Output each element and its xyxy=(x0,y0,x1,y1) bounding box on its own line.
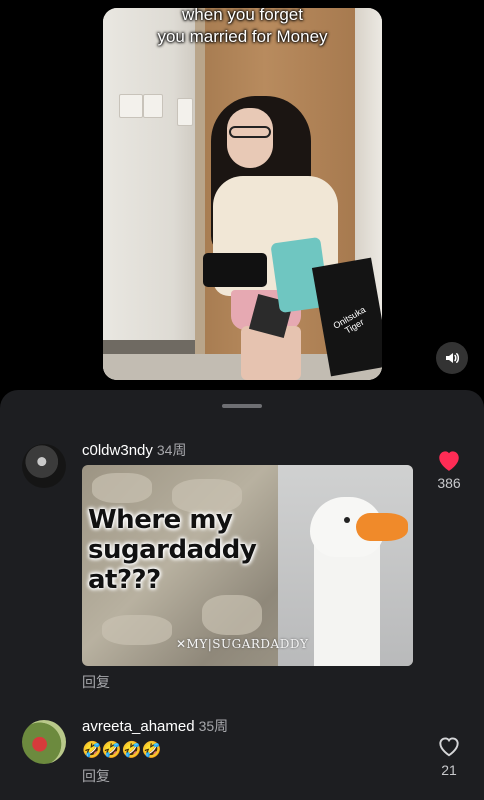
black-handbag xyxy=(203,253,267,287)
video-player[interactable]: Onitsuka Tiger when you forget you marri… xyxy=(103,8,382,380)
goose-beak xyxy=(356,513,408,541)
video-caption: when you forget you married for Money xyxy=(103,8,382,48)
meme-caption: Where my sugardaddy at??? xyxy=(88,505,257,595)
person-glasses xyxy=(229,126,271,138)
heart-outline-icon[interactable] xyxy=(436,734,462,758)
caption-line: you married for Money xyxy=(157,27,328,46)
sheet-drag-handle[interactable] xyxy=(222,404,262,408)
meme-watermark: ✕MY|SUGARDADDY xyxy=(176,637,309,651)
video-baseboard xyxy=(103,340,203,354)
comments-sheet: c0ldw3ndy 34周 Where my sugardaddy at??? ✕… xyxy=(0,390,484,800)
comment-meme-image[interactable]: Where my sugardaddy at??? ✕MY|SUGARDADDY xyxy=(82,465,413,666)
comment-item: avreeta_ahamed 35周 🤣🤣🤣🤣 回复 21 xyxy=(0,706,484,800)
speaker-icon xyxy=(446,353,460,363)
comment-time: 35周 xyxy=(198,718,229,734)
mute-button[interactable] xyxy=(436,342,468,374)
comment-time: 34周 xyxy=(156,442,187,458)
light-switch xyxy=(143,94,163,118)
like-count: 21 xyxy=(441,762,457,778)
comment-item: c0ldw3ndy 34周 Where my sugardaddy at??? ✕… xyxy=(0,430,484,700)
reply-button[interactable]: 回复 xyxy=(82,672,110,692)
video-wall xyxy=(103,8,203,380)
comment-username[interactable]: c0ldw3ndy xyxy=(82,442,153,459)
reply-button[interactable]: 回复 xyxy=(82,766,110,786)
light-switch xyxy=(119,94,143,118)
comment-text: 🤣🤣🤣🤣 xyxy=(82,742,162,759)
shopping-bag-logo: Onitsuka Tiger xyxy=(331,304,368,336)
avatar[interactable] xyxy=(22,720,66,764)
meme-stone xyxy=(92,473,152,503)
video-doorframe xyxy=(195,8,205,380)
avatar[interactable] xyxy=(22,444,66,488)
caption-line: when you forget xyxy=(182,8,303,24)
meme-stone xyxy=(202,595,262,635)
like-count: 386 xyxy=(437,475,461,491)
light-switch xyxy=(177,98,193,126)
comment-username[interactable]: avreeta_ahamed xyxy=(82,718,195,735)
goose-eye xyxy=(344,517,350,523)
video-area: Onitsuka Tiger when you forget you marri… xyxy=(0,0,484,400)
comment-header: avreeta_ahamed 35周 xyxy=(82,716,228,736)
heart-filled-icon[interactable] xyxy=(436,448,462,472)
person-face xyxy=(227,108,273,168)
comment-header: c0ldw3ndy 34周 xyxy=(82,440,186,460)
meme-stone xyxy=(102,615,172,645)
